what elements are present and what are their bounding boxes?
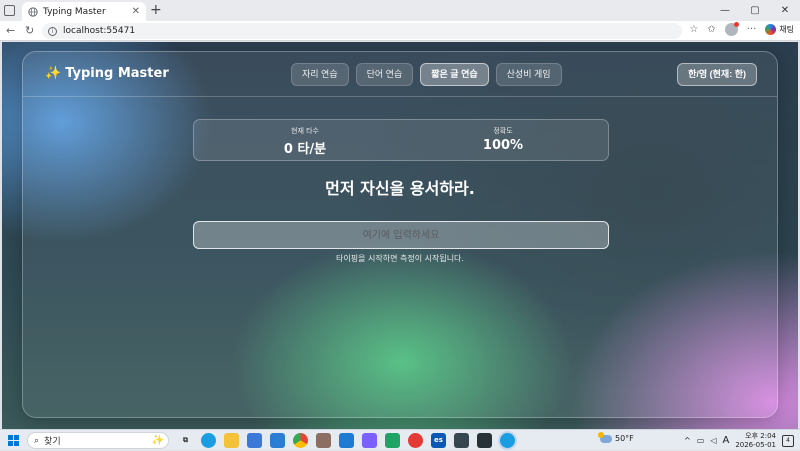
toolbar-right: ☆ ✩ ··· 채팅	[689, 22, 794, 36]
weather-widget[interactable]: 50°F	[598, 431, 634, 443]
taskbar-apps: ⧉ es	[178, 433, 515, 448]
tab-short-text-practice[interactable]: 짧은 글 연습	[420, 63, 489, 86]
tab-word-practice[interactable]: 단어 연습	[355, 63, 414, 86]
app-header: ✨ Typing Master 자리 연습 단어 연습 짧은 글 연습 산성비 …	[23, 52, 777, 97]
copilot-button[interactable]: 채팅	[765, 24, 794, 35]
url-text: localhost:55471	[63, 26, 136, 36]
volume-icon[interactable]: ◁	[710, 436, 716, 445]
tab-actions-icon[interactable]	[4, 5, 15, 16]
site-info-icon[interactable]: i	[48, 26, 57, 36]
tab-title: Typing Master	[43, 6, 106, 17]
url-field[interactable]: i localhost:55471	[42, 23, 682, 39]
tab-acid-rain-game[interactable]: 산성비 게임	[495, 63, 562, 86]
hint-text: 타이핑을 시작하면 측정이 시작됩니다.	[336, 254, 464, 263]
app-icon[interactable]	[362, 433, 377, 448]
browser-tab[interactable]: Typing Master ✕	[22, 2, 146, 21]
new-tab-button[interactable]: +	[150, 2, 162, 19]
accuracy-stat: 정확도 100%	[443, 126, 563, 153]
speed-label: 현재 타수	[291, 127, 319, 135]
app-icon[interactable]	[316, 433, 331, 448]
accuracy-label: 정확도	[493, 127, 513, 135]
globe-icon	[28, 6, 38, 17]
maximize-icon[interactable]: ▢	[740, 0, 770, 21]
minimize-icon[interactable]: —	[710, 0, 740, 21]
network-icon[interactable]: ▭	[697, 436, 705, 445]
close-window-icon[interactable]: ✕	[770, 0, 800, 21]
mode-tabs: 자리 연습 단어 연습 짧은 글 연습 산성비 게임	[291, 63, 562, 86]
accuracy-value: 100%	[482, 138, 524, 153]
brand: ✨ Typing Master	[45, 66, 169, 81]
es-app-icon[interactable]: es	[431, 433, 446, 448]
address-bar-row: ← ↻ i localhost:55471 ☆ ✩ ··· 채팅	[0, 21, 800, 41]
search-icon: ⌕	[34, 435, 40, 446]
search-placeholder: 찾기	[44, 437, 61, 447]
vscode-icon[interactable]	[339, 433, 354, 448]
system-tray: ^ ▭ ◁ A 오후 2:04 2026-05-01 4	[684, 430, 794, 451]
task-view-icon[interactable]: ⧉	[178, 433, 193, 448]
app-icon[interactable]	[385, 433, 400, 448]
edge-icon[interactable]	[201, 433, 216, 448]
chrome-icon[interactable]	[293, 433, 308, 448]
refresh-icon[interactable]: ↻	[25, 21, 34, 41]
close-tab-icon[interactable]: ✕	[132, 6, 140, 17]
taskbar-search[interactable]: ⌕ 찾기 ✨	[27, 432, 169, 449]
window-controls: — ▢ ✕	[710, 0, 800, 21]
profile-avatar[interactable]	[724, 22, 739, 36]
back-icon[interactable]: ←	[6, 21, 15, 41]
brand-title: Typing Master	[65, 66, 169, 81]
edge-active-icon[interactable]	[500, 433, 515, 448]
favorites-icon[interactable]: ✩	[707, 24, 715, 35]
clock-time: 오후 2:04	[745, 431, 776, 440]
tray-chevron-icon[interactable]: ^	[684, 436, 691, 445]
store-icon[interactable]	[247, 433, 262, 448]
search-highlight-icon: ✨	[151, 435, 164, 446]
ime-indicator[interactable]: A	[722, 435, 729, 446]
windows-start-icon[interactable]	[8, 435, 19, 446]
speed-stat: 현재 타수 0 타/분	[245, 126, 365, 157]
app-card: ✨ Typing Master 자리 연습 단어 연습 짧은 글 연습 산성비 …	[22, 51, 778, 418]
notification-icon[interactable]: 4	[782, 434, 794, 447]
copilot-label: 채팅	[779, 25, 794, 34]
weather-temp: 50°F	[615, 434, 634, 443]
speed-value: 0 타/분	[283, 142, 327, 157]
favorite-star-icon[interactable]: ☆	[689, 24, 698, 35]
language-toggle-button[interactable]: 한/영 (현재: 한)	[677, 63, 757, 86]
taskbar: ⌕ 찾기 ✨ ⧉ es 50°F ^ ▭ ◁ A 오후 2:04 2026-05…	[0, 429, 800, 450]
page-viewport: ✨ Typing Master 자리 연습 단어 연습 짧은 글 연습 산성비 …	[2, 42, 798, 429]
file-explorer-icon[interactable]	[224, 433, 239, 448]
app-icon[interactable]	[408, 433, 423, 448]
clock-date: 2026-05-01	[735, 440, 776, 449]
target-sentence: 먼저 자신을 용서하라.	[325, 179, 475, 198]
tab-key-practice[interactable]: 자리 연습	[291, 63, 349, 86]
clock[interactable]: 오후 2:04 2026-05-01	[735, 432, 776, 450]
weather-icon	[598, 431, 612, 443]
browser-tab-bar: Typing Master ✕ + — ▢ ✕	[0, 0, 800, 21]
stats-panel: 현재 타수 0 타/분 정확도 100%	[193, 119, 609, 161]
copilot-icon	[765, 24, 777, 35]
typing-input[interactable]	[193, 221, 609, 249]
mail-icon[interactable]	[270, 433, 285, 448]
more-menu-icon[interactable]: ···	[747, 24, 757, 35]
sparkle-icon: ✨	[45, 66, 62, 81]
app-icon[interactable]	[477, 433, 492, 448]
app-icon[interactable]	[454, 433, 469, 448]
